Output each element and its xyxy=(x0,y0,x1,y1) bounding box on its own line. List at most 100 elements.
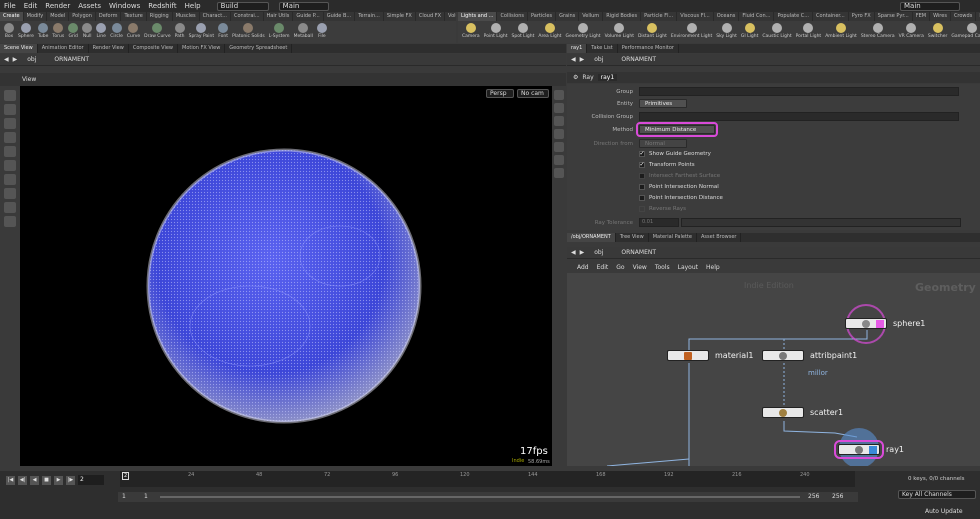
shelf-tool[interactable]: Point Light xyxy=(484,21,508,39)
shelf-tool[interactable]: Area Light xyxy=(538,21,561,39)
scatter1-tile[interactable] xyxy=(762,407,804,418)
shelf-tab[interactable]: Guide P... xyxy=(293,12,324,21)
shelf-tab[interactable]: Vellum xyxy=(579,12,604,21)
shelf-tool[interactable]: Grid xyxy=(68,21,79,39)
shelf-tab[interactable]: Terrain... xyxy=(355,12,384,21)
shelf-tab[interactable]: Drive Sim... xyxy=(976,12,980,21)
point-normal-checkbox[interactable] xyxy=(639,184,645,190)
pane-tab[interactable]: Motion FX View xyxy=(178,44,226,53)
shelf-tool[interactable]: Switcher xyxy=(928,21,947,39)
node-attribpaint1[interactable]: attribpaint1 xyxy=(762,350,857,361)
sphere1-tile[interactable] xyxy=(845,318,887,329)
step-forward-icon[interactable]: |▶ xyxy=(66,476,75,485)
network-menu-item[interactable]: View xyxy=(633,264,647,271)
pane-tab[interactable]: Composite View xyxy=(129,44,178,53)
reverse-rays-checkbox[interactable] xyxy=(639,206,645,212)
shelf-tool[interactable]: Metaball xyxy=(294,21,313,39)
shelf-tool[interactable]: Stereo Camera xyxy=(861,21,895,39)
shelf-tool[interactable]: L-System xyxy=(269,21,290,39)
pane-tab[interactable]: Material Palette xyxy=(649,233,697,242)
shelf-tool[interactable]: Ambient Light xyxy=(825,21,857,39)
scale-tool-icon[interactable] xyxy=(4,132,16,143)
ray1-tile[interactable] xyxy=(834,440,884,459)
shelf-tab[interactable]: Wires xyxy=(930,12,951,21)
shelf-tool[interactable]: Gamepad Camera xyxy=(951,21,980,39)
move-tool-icon[interactable] xyxy=(4,104,16,115)
node-scatter1[interactable]: scatter1 xyxy=(762,407,843,418)
shelf-tool[interactable]: Spot Light xyxy=(512,21,534,39)
method-menu[interactable]: Minimum Distance xyxy=(636,122,718,137)
shelf-tab[interactable]: Populate C... xyxy=(774,12,814,21)
shelf-tab[interactable]: Rigging xyxy=(147,12,173,21)
shelf-tool[interactable]: Platonic Solids xyxy=(232,21,265,39)
select-tool-icon[interactable] xyxy=(4,90,16,101)
shelf-tab[interactable]: Particle Fl... xyxy=(641,12,678,21)
shelf-tab[interactable]: Rigid Bodies xyxy=(603,12,642,21)
shelf-tab[interactable]: Create xyxy=(0,12,24,21)
auto-update-dropdown[interactable]: Auto Update xyxy=(898,507,976,516)
network-menu-item[interactable]: Help xyxy=(706,264,720,271)
shelf-tab[interactable]: Model xyxy=(47,12,70,21)
pose-tool-icon[interactable] xyxy=(4,160,16,171)
point-distance-checkbox[interactable] xyxy=(639,195,645,201)
path-obj[interactable]: obj xyxy=(594,249,603,256)
network-menu-item[interactable]: Add xyxy=(577,264,589,271)
network-menu-item[interactable]: Edit xyxy=(597,264,609,271)
timeline-bar[interactable]: 2 24 48 72 96 120 144 168 192 216 240 xyxy=(120,471,855,487)
desktop-dropdown[interactable]: Build xyxy=(216,1,269,11)
main-dropdown[interactable]: Main xyxy=(278,1,329,11)
menu-help[interactable]: Help xyxy=(181,2,205,10)
pane-tab[interactable]: Animation Editor xyxy=(38,44,89,53)
shelf-tab[interactable]: Oceans xyxy=(714,12,740,21)
shelf-tool[interactable]: Environment Light xyxy=(671,21,712,39)
shelf-tool[interactable]: Geometry Light xyxy=(565,21,601,39)
shelf-tool[interactable]: Font xyxy=(218,21,229,39)
shelf-tool[interactable]: Spray Paint xyxy=(189,21,214,39)
lights-icon[interactable] xyxy=(554,129,564,139)
network-menu-item[interactable]: Go xyxy=(616,264,624,271)
play-reverse-icon[interactable]: ◀ xyxy=(30,476,39,485)
pane-tab[interactable]: Take List xyxy=(587,44,618,53)
intersect-farthest-checkbox[interactable] xyxy=(639,173,645,179)
node-sphere1[interactable]: sphere1 xyxy=(845,318,925,329)
shelf-tab[interactable]: Fluid Con... xyxy=(739,12,775,21)
shelf-tab[interactable]: Viscous Fl... xyxy=(677,12,714,21)
path-node[interactable]: ORNAMENT xyxy=(621,56,656,63)
network-menu-item[interactable]: Tools xyxy=(655,264,670,271)
shelf-tool[interactable]: File xyxy=(316,21,327,39)
pane-tab[interactable]: Geometry Spreadsheet xyxy=(225,44,293,53)
shelf-tab[interactable]: Muscles xyxy=(173,12,200,21)
rotate-tool-icon[interactable] xyxy=(4,118,16,129)
shelf-tool[interactable]: Line xyxy=(96,21,107,39)
shelf-tool[interactable]: Camera xyxy=(462,21,480,39)
shelf-tab[interactable]: Crowds xyxy=(951,12,977,21)
node-material1[interactable]: material1 xyxy=(667,350,753,361)
menu-windows[interactable]: Windows xyxy=(105,2,144,10)
shelf-tool[interactable]: Curve xyxy=(127,21,140,39)
shelf-tool[interactable]: Sphere xyxy=(18,21,34,39)
shelf-tool[interactable]: Null xyxy=(82,21,93,39)
shelf-tool[interactable]: Caustic Light xyxy=(762,21,792,39)
points-icon[interactable] xyxy=(554,168,564,178)
pane-tab[interactable]: Scene View xyxy=(0,44,38,53)
back-icon[interactable]: ◀ xyxy=(571,249,576,256)
shelf-tab[interactable]: Constrai... xyxy=(231,12,264,21)
persp-dropdown[interactable]: Persp xyxy=(486,89,514,98)
range-slider[interactable] xyxy=(160,496,800,498)
node-ray1[interactable]: ray1 xyxy=(834,440,904,459)
start-frame[interactable]: 1 xyxy=(122,493,126,500)
shelf-tool[interactable]: Path xyxy=(174,21,185,39)
entity-menu[interactable]: Primitives xyxy=(639,99,687,108)
shelf-tab[interactable]: Lights and ... xyxy=(458,12,498,21)
pane-tab[interactable]: ray1 xyxy=(567,44,588,53)
pane-tab[interactable]: Render View xyxy=(89,44,129,53)
menu-edit[interactable]: Edit xyxy=(20,2,42,10)
shelf-tab[interactable]: Collisions xyxy=(497,12,528,21)
network-editor[interactable]: Indie Edition Geometry sphere1 material1… xyxy=(567,273,980,466)
camera-dropdown[interactable]: No cam xyxy=(517,89,549,98)
scene-viewport[interactable]: Persp No cam 17fps Indie 58.69ms xyxy=(20,86,552,466)
menu-redshift[interactable]: Redshift xyxy=(144,2,180,10)
jump-start-icon[interactable]: |◀ xyxy=(6,476,15,485)
shelf-tab[interactable]: Pyro FX xyxy=(849,12,875,21)
start-frame-2[interactable]: 1 xyxy=(144,493,148,500)
